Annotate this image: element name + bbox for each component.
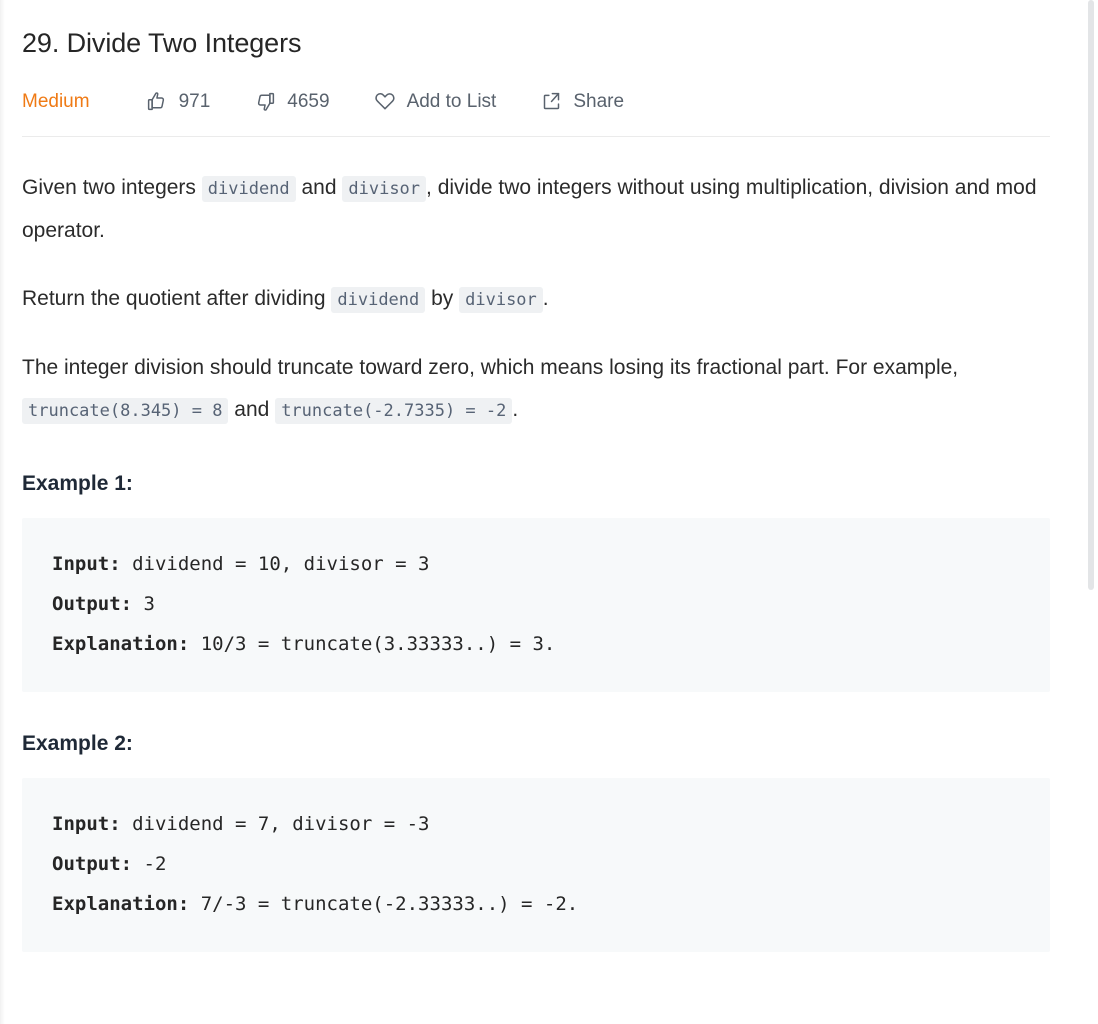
vertical-scrollbar-track[interactable] (1082, 0, 1098, 1024)
example-1-heading: Example 1: (22, 472, 133, 496)
example-2-code-block: Input: dividend = 7, divisor = -3 Output… (22, 778, 1050, 953)
share-label: Share (573, 90, 625, 112)
code-dividend: dividend (331, 287, 426, 314)
code-dividend: dividend (201, 176, 296, 203)
content-area: 29. Divide Two Integers Medium 971 4659 … (0, 0, 1072, 953)
vertical-scrollbar-thumb[interactable] (1088, 0, 1094, 590)
example-1-output-label: Output: (52, 593, 133, 616)
desc-p2-text-2: by (425, 287, 460, 311)
example-2-explanation-label: Explanation: (52, 893, 190, 916)
difficulty-badge: Medium (22, 90, 90, 112)
desc-p3-text-2: and (228, 398, 276, 422)
add-to-list-button[interactable]: Add to List (374, 90, 497, 112)
add-to-list-label: Add to List (406, 90, 497, 112)
share-button[interactable]: Share (540, 90, 624, 112)
example-1-output-value: 3 (132, 593, 155, 616)
header-divider (22, 136, 1050, 138)
example-1-explanation-label: Explanation: (52, 633, 190, 656)
desc-p2-text-1: Return the quotient after dividing (22, 287, 332, 311)
code-divisor: divisor (342, 176, 427, 203)
desc-p1-text-2: and (295, 176, 343, 200)
action-bar: Medium 971 4659 Add to List Share (22, 87, 1050, 115)
description-paragraph-2: Return the quotient after dividing divid… (22, 278, 1050, 321)
desc-p2-text-3: . (542, 287, 549, 311)
example-2-output-value: -2 (132, 853, 167, 876)
example-1-input-label: Input: (52, 553, 121, 576)
code-truncate-negative: truncate(-2.7335) = -2 (275, 398, 513, 425)
heart-icon (374, 90, 396, 112)
thumbs-up-icon (146, 90, 168, 112)
desc-p1-text-1: Given two integers (22, 176, 202, 200)
example-2-heading: Example 2: (22, 732, 133, 756)
desc-p3-text-3: . (512, 398, 519, 422)
desc-p3-text-1: The integer division should truncate tow… (22, 356, 959, 380)
dislike-button[interactable]: 4659 (254, 90, 330, 112)
like-button[interactable]: 971 (146, 90, 211, 112)
example-2-output-label: Output: (52, 853, 133, 876)
like-count: 971 (178, 90, 211, 112)
code-divisor: divisor (459, 287, 543, 314)
problem-description-panel: 29. Divide Two Integers Medium 971 4659 … (0, 0, 1098, 1024)
example-2-input-value: dividend = 7, divisor = -3 (120, 813, 430, 836)
code-truncate-positive: truncate(8.345) = 8 (22, 398, 229, 425)
example-1-explanation-value: 10/3 = truncate(3.33333..) = 3. (189, 633, 556, 656)
thumbs-down-icon (254, 90, 276, 112)
dislike-count: 4659 (287, 90, 330, 112)
share-icon (540, 90, 562, 112)
description-paragraph-1: Given two integers dividend and divisor,… (22, 167, 1050, 252)
description-paragraph-3: The integer division should truncate tow… (22, 347, 1050, 432)
example-2-input-label: Input: (52, 813, 121, 836)
page-title: 29. Divide Two Integers (22, 28, 302, 58)
example-1-code-block: Input: dividend = 10, divisor = 3 Output… (22, 518, 1050, 693)
example-1-input-value: dividend = 10, divisor = 3 (120, 553, 430, 576)
example-2-explanation-value: 7/-3 = truncate(-2.33333..) = -2. (189, 893, 579, 916)
